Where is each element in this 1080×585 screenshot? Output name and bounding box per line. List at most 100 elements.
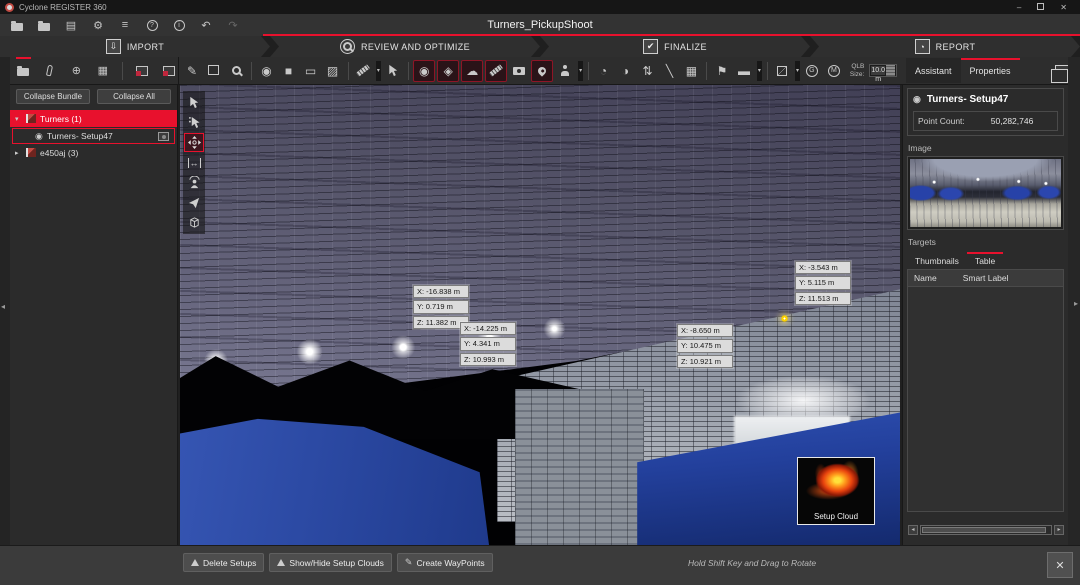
collapse-all-button[interactable]: Collapse All	[97, 89, 171, 104]
collapse-right-panel-icon[interactable]: ▸	[1074, 299, 1078, 308]
tree-item-turners-bundle[interactable]: ▾ Turners (1)	[10, 110, 177, 127]
storage-icon[interactable]: ≡	[118, 18, 132, 32]
media-tab-icon[interactable]: ▦	[94, 57, 113, 85]
app-title: Cyclone REGISTER 360	[19, 3, 107, 12]
setup-image-frame[interactable]	[907, 156, 1064, 230]
collapse-left-panel-icon[interactable]: ◂	[1, 302, 5, 311]
zoom-window-icon[interactable]	[226, 60, 246, 82]
workflow-bar: ⇩ IMPORT REVIEW AND OPTIMIZE ✔ FINALIZE …	[0, 36, 1080, 57]
axes-icon[interactable]: ⇅	[637, 60, 657, 82]
measurement-label-2[interactable]: X: -14.225 m Y: 4.341 m Z: 10.993 m	[460, 322, 516, 366]
targets-table-scrollbar[interactable]: ◂ ▸	[908, 524, 1064, 535]
targets-table[interactable]: Name Smart Label	[907, 269, 1064, 512]
target-icon[interactable]: ◉	[413, 60, 435, 82]
scrollbar-track[interactable]	[920, 525, 1052, 535]
eraser-icon[interactable]: ✎	[182, 60, 202, 82]
cube-view-icon[interactable]	[184, 213, 204, 232]
cloud-grid-icon[interactable]: ▦	[681, 60, 701, 82]
maximize-button[interactable]	[1037, 3, 1044, 10]
about-icon[interactable]: i	[172, 18, 186, 32]
bundle-toggle-a-icon[interactable]	[133, 57, 152, 85]
color-setups-icon[interactable]: ◉	[257, 60, 277, 82]
attachments-tab-icon[interactable]	[41, 57, 60, 85]
ruler-dropdown-icon[interactable]: ▾	[376, 61, 381, 81]
cube-dropdown-icon[interactable]: ▾	[795, 61, 800, 81]
tree-item-e450aj-bundle[interactable]: ▸ e450aj (3)	[10, 144, 177, 161]
tag-icon[interactable]: ◈	[437, 60, 459, 82]
tab-assistant[interactable]: Assistant	[906, 58, 961, 83]
workflow-step-import[interactable]: ⇩ IMPORT	[0, 36, 270, 57]
horizontal-measure-icon[interactable]: ↔	[184, 153, 204, 172]
workflow-step-review-and-optimize[interactable]: REVIEW AND OPTIMIZE	[270, 36, 540, 57]
qlb-slider-handle[interactable]	[886, 65, 895, 76]
measurement-label-3[interactable]: X: -3.543 m Y: 5.115 m Z: 11.513 m	[795, 261, 851, 305]
g-circle-icon[interactable]: G	[802, 60, 822, 82]
divider	[348, 62, 349, 80]
pointcloud-viewport[interactable]: ↔ X: -16.838 m Y: 0.719 m Z: 11.382 m X:…	[180, 85, 900, 545]
tab-properties[interactable]: Properties	[961, 58, 1020, 83]
setup-target-icon: ◉	[35, 131, 43, 142]
band-icon[interactable]: ▬	[734, 60, 754, 82]
minimize-button[interactable]: –	[1017, 3, 1021, 12]
tree-item-turners-setup47[interactable]: ◉ Turners- Setup47	[12, 128, 175, 144]
show-hide-setup-clouds-button[interactable]: Show/Hide Setup Clouds	[269, 553, 392, 572]
person-view-icon[interactable]	[184, 173, 204, 192]
open-project-icon[interactable]	[10, 18, 24, 32]
cloud-icon[interactable]: ☁	[461, 60, 483, 82]
fly-icon[interactable]	[184, 193, 204, 212]
workflow-step-report[interactable]: ◔ REPORT	[810, 36, 1080, 57]
camera-icon[interactable]	[509, 60, 529, 82]
image-section-label: Image	[908, 143, 1064, 153]
box-select-icon[interactable]: ■	[279, 60, 299, 82]
chevron-right-icon[interactable]: ▸	[15, 149, 22, 157]
title-bar: Cyclone REGISTER 360 – ✕	[0, 0, 1080, 14]
redo-icon[interactable]: ↷	[226, 18, 240, 32]
help-icon[interactable]: ?	[145, 18, 159, 32]
measurement-label-4[interactable]: X: -8.650 m Y: 10.475 m Z: 10.921 m	[677, 324, 733, 368]
import-folder-icon[interactable]	[37, 18, 51, 32]
select-cursor-icon[interactable]	[184, 93, 204, 112]
license-icon[interactable]: ▤	[64, 18, 78, 32]
collapse-bundle-button[interactable]: Collapse Bundle	[16, 89, 90, 104]
smart-pick-icon[interactable]	[184, 113, 204, 132]
m-circle-icon[interactable]: M	[824, 60, 844, 82]
undo-icon[interactable]: ↶	[199, 18, 213, 32]
chevron-down-icon[interactable]: ▾	[15, 115, 22, 123]
setup-cloud-thumbnail[interactable]: Setup Cloud	[797, 457, 875, 525]
person-dropdown-icon[interactable]: ▾	[578, 61, 583, 81]
close-button[interactable]: ✕	[1060, 3, 1067, 12]
band-dropdown-icon[interactable]: ▾	[757, 61, 762, 81]
right-edge-strip: ▸	[1068, 57, 1080, 545]
copy-icon[interactable]	[204, 60, 224, 82]
point-count-value: 50,282,746	[991, 116, 1034, 126]
geotag-pin-icon[interactable]	[531, 60, 553, 82]
workflow-step-finalize[interactable]: ✔ FINALIZE	[540, 36, 810, 57]
person-pin-icon[interactable]	[555, 60, 575, 82]
bundle-toggle-b-icon[interactable]	[159, 57, 178, 85]
scrollbar-thumb[interactable]	[922, 527, 1046, 533]
image-plane-icon[interactable]: ▨	[323, 60, 343, 82]
globe-link-icon[interactable]: ◔	[593, 60, 613, 82]
column-smart-label: Smart Label	[963, 273, 1009, 283]
delete-setups-button[interactable]: Delete Setups	[183, 553, 264, 572]
create-waypoints-button[interactable]: ✎ Create WayPoints	[397, 553, 493, 572]
deselect-cursor-icon[interactable]	[383, 60, 403, 82]
cube-icon[interactable]	[772, 60, 792, 82]
tab-thumbnails[interactable]: Thumbnails	[907, 252, 967, 269]
scroll-left-icon[interactable]: ◂	[908, 525, 918, 535]
web-tab-icon[interactable]: ⊕	[67, 57, 86, 85]
project-tab-icon[interactable]	[14, 57, 33, 85]
close-view-button[interactable]: ✕	[1047, 552, 1073, 578]
pan-icon[interactable]	[184, 133, 204, 152]
qlb-size-slider[interactable]: 10.0 m	[869, 64, 897, 77]
setup-image-icon[interactable]	[158, 132, 169, 141]
measure-stick-icon[interactable]	[485, 60, 507, 82]
scroll-right-icon[interactable]: ▸	[1054, 525, 1064, 535]
settings-icon[interactable]: ⚙	[91, 18, 105, 32]
tab-table[interactable]: Table	[967, 252, 1003, 269]
panorama-icon[interactable]: ▭	[301, 60, 321, 82]
slash-line-icon[interactable]: ╲	[659, 60, 679, 82]
ruler-icon[interactable]	[353, 60, 373, 82]
globe-edit-icon[interactable]: ◑	[615, 60, 635, 82]
flag-icon[interactable]: ⚑	[712, 60, 732, 82]
